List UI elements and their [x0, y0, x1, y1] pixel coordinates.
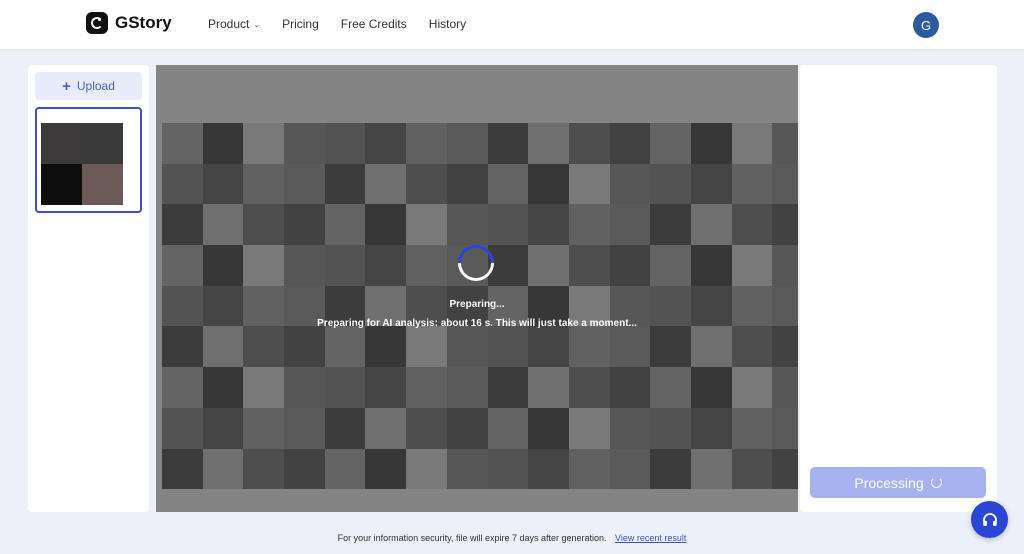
image-preview: Preparing... Preparing for AI analysis: …	[156, 65, 798, 512]
gstory-logo-icon	[86, 12, 108, 34]
spinner-icon	[930, 477, 942, 488]
chevron-down-icon: ⌄	[253, 19, 261, 29]
nav-product[interactable]: Product ⌄	[208, 17, 260, 31]
nav-pricing-label: Pricing	[282, 17, 319, 31]
footer-notice: For your information security, file will…	[0, 533, 1024, 543]
upload-sidebar: + Upload	[28, 65, 149, 512]
options-panel: Processing	[800, 65, 997, 512]
support-button[interactable]	[971, 501, 1008, 538]
brand-name: GStory	[115, 13, 172, 32]
nav-history-label: History	[428, 17, 467, 31]
headset-icon	[982, 512, 997, 526]
main-nav: Product ⌄ Pricing Free Credits History	[208, 17, 488, 31]
view-recent-result-link[interactable]: View recent result	[615, 533, 686, 543]
nav-pricing[interactable]: Pricing	[282, 17, 319, 31]
nav-free-credits[interactable]: Free Credits	[341, 17, 407, 31]
user-avatar[interactable]: G	[913, 12, 939, 38]
status-message: Preparing for AI analysis: about 16 s. T…	[317, 318, 637, 329]
thumbnail-image	[41, 123, 123, 205]
upload-label: Upload	[76, 79, 115, 93]
processing-button[interactable]: Processing	[810, 467, 986, 498]
nav-product-label: Product	[208, 17, 250, 31]
nav-history[interactable]: History	[429, 17, 466, 31]
loading-overlay	[156, 65, 798, 512]
uploaded-image-thumbnail[interactable]	[35, 107, 142, 213]
brand-logo[interactable]: GStory	[86, 12, 172, 34]
nav-free-credits-label: Free Credits	[340, 17, 407, 31]
plus-icon: +	[62, 77, 71, 95]
status-title: Preparing...	[449, 299, 505, 310]
avatar-initial: G	[920, 17, 932, 33]
processing-label: Processing	[854, 474, 924, 491]
top-header: GStory Product ⌄ Pricing Free Credits Hi…	[0, 0, 1024, 49]
security-notice: For your information security, file will…	[337, 533, 607, 543]
upload-button[interactable]: + Upload	[35, 72, 142, 100]
